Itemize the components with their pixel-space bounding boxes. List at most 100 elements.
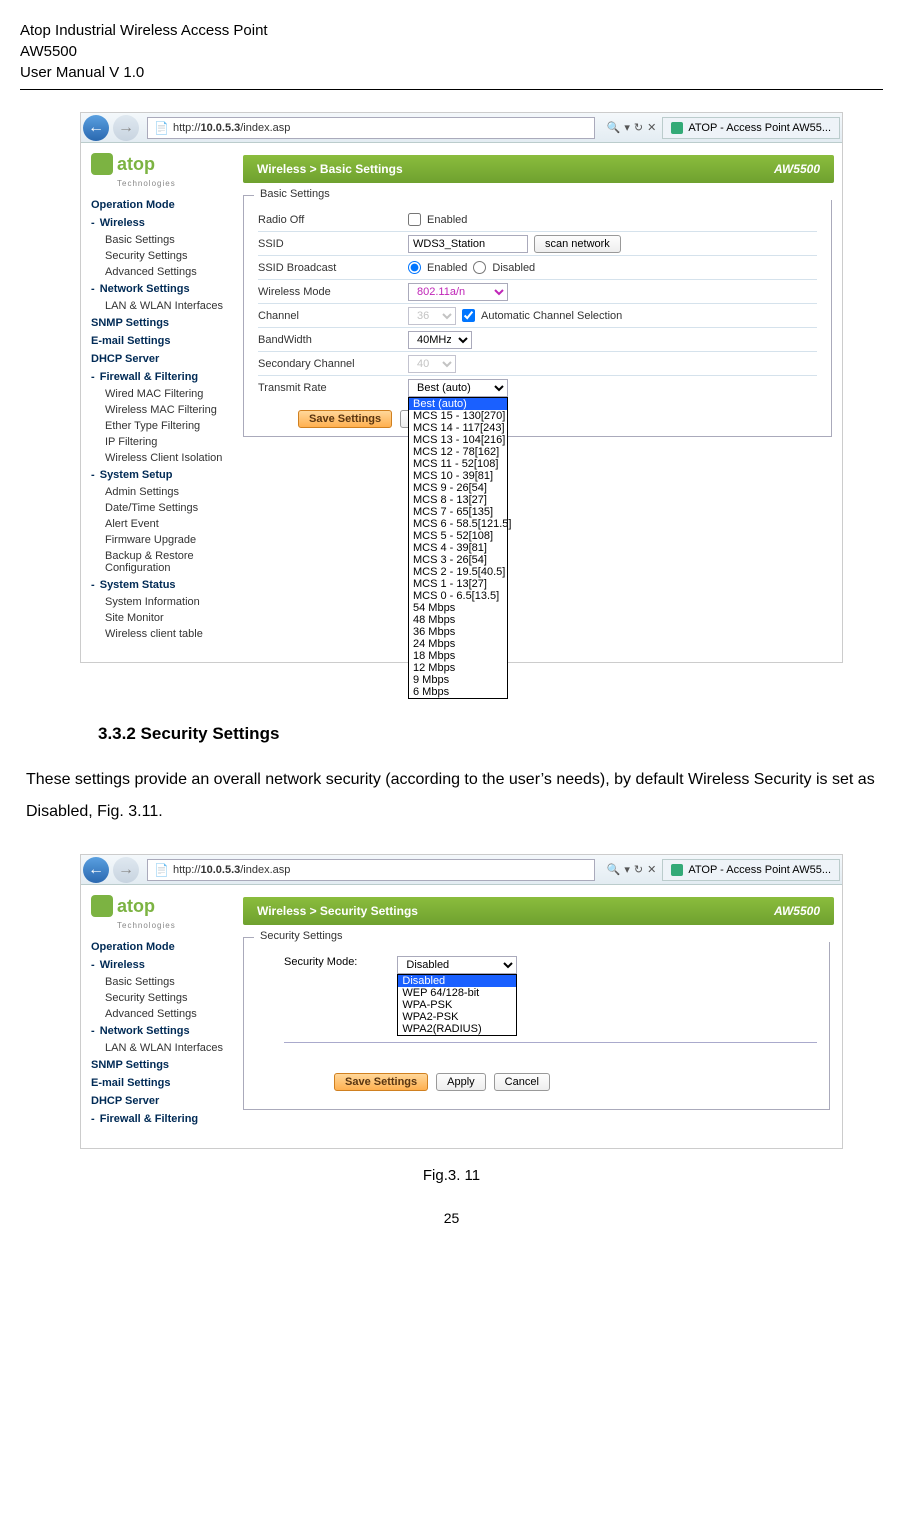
sidebar-item[interactable]: Operation Mode (91, 196, 235, 214)
sidebar-subitem[interactable]: Wireless Client Isolation (91, 450, 235, 466)
dropdown-option[interactable]: MCS 11 - 52[108] (409, 458, 507, 470)
section-heading: 3.3.2 Security Settings (98, 724, 883, 744)
sidebar-item[interactable]: DHCP Server (91, 350, 235, 368)
sidebar-item[interactable]: SNMP Settings (91, 1056, 235, 1074)
sidebar-subitem[interactable]: Ether Type Filtering (91, 418, 235, 434)
dropdown-option[interactable]: MCS 7 - 65[135] (409, 506, 507, 518)
stop-icon[interactable]: ✕ (647, 863, 656, 876)
forward-icon[interactable]: → (113, 115, 139, 141)
dropdown-option[interactable]: 18 Mbps (409, 650, 507, 662)
sidebar-subitem[interactable]: LAN & WLAN Interfaces (91, 298, 235, 314)
sidebar-subitem[interactable]: LAN & WLAN Interfaces (91, 1040, 235, 1056)
address-bar[interactable]: 📄 http://10.0.5.3/index.asp (147, 117, 595, 139)
dropdown-option[interactable]: MCS 0 - 6.5[13.5] (409, 590, 507, 602)
search-icon[interactable]: 🔍 (607, 863, 621, 876)
sidebar-subitem[interactable]: Date/Time Settings (91, 500, 235, 516)
sidebar-group[interactable]: - Firewall & Filtering (91, 1110, 235, 1128)
sidebar-subitem[interactable]: Wired MAC Filtering (91, 386, 235, 402)
sidebar-group[interactable]: - Network Settings (91, 280, 235, 298)
dropdown-option[interactable]: 54 Mbps (409, 602, 507, 614)
sidebar-subitem[interactable]: Admin Settings (91, 484, 235, 500)
sidebar-group[interactable]: - Network Settings (91, 1022, 235, 1040)
dropdown-option[interactable]: MCS 3 - 26[54] (409, 554, 507, 566)
dropdown-option[interactable]: MCS 12 - 78[162] (409, 446, 507, 458)
dropdown-icon[interactable]: ▾ (624, 121, 630, 134)
sidebar-subitem[interactable]: Advanced Settings (91, 264, 235, 280)
dropdown-option[interactable]: MCS 15 - 130[270] (409, 410, 507, 422)
dropdown-option[interactable]: MCS 1 - 13[27] (409, 578, 507, 590)
back-icon[interactable]: ← (83, 857, 109, 883)
refresh-icon[interactable]: ↻ (634, 863, 643, 876)
dropdown-option[interactable]: MCS 9 - 26[54] (409, 482, 507, 494)
ssid-broadcast-enabled-radio[interactable] (408, 261, 421, 274)
sidebar-item[interactable]: Operation Mode (91, 938, 235, 956)
dropdown-option[interactable]: MCS 10 - 39[81] (409, 470, 507, 482)
dropdown-option[interactable]: MCS 6 - 58.5[121.5] (409, 518, 507, 530)
sidebar-group[interactable]: - Wireless (91, 214, 235, 232)
wireless-mode-select[interactable]: 802.11a/n (408, 283, 508, 301)
apply-button[interactable]: Apply (436, 1073, 486, 1091)
radio-off-checkbox[interactable] (408, 213, 421, 226)
sidebar-subitem[interactable]: Basic Settings (91, 232, 235, 248)
refresh-icon[interactable]: ↻ (634, 121, 643, 134)
dropdown-option[interactable]: MCS 2 - 19.5[40.5] (409, 566, 507, 578)
dropdown-option[interactable]: MCS 14 - 117[243] (409, 422, 507, 434)
sidebar-subitem[interactable]: Security Settings (91, 990, 235, 1006)
dropdown-option[interactable]: MCS 13 - 104[216] (409, 434, 507, 446)
cancel-button[interactable]: Cancel (494, 1073, 550, 1091)
address-bar[interactable]: 📄 http://10.0.5.3/index.asp (147, 859, 595, 881)
sidebar-subitem[interactable]: IP Filtering (91, 434, 235, 450)
sidebar-group[interactable]: - System Setup (91, 466, 235, 484)
sidebar-subitem[interactable]: System Information (91, 594, 235, 610)
save-settings-button[interactable]: Save Settings (298, 410, 392, 428)
sidebar-subitem[interactable]: Alert Event (91, 516, 235, 532)
save-settings-button[interactable]: Save Settings (334, 1073, 428, 1091)
dropdown-option[interactable]: WPA2(RADIUS) (398, 1023, 516, 1035)
scan-network-button[interactable]: scan network (534, 235, 621, 253)
stop-icon[interactable]: ✕ (647, 121, 656, 134)
ssid-input[interactable] (408, 235, 528, 253)
auto-channel-checkbox[interactable] (462, 309, 475, 322)
sidebar-subitem[interactable]: Wireless MAC Filtering (91, 402, 235, 418)
security-mode-dropdown-list[interactable]: DisabledWEP 64/128-bitWPA-PSKWPA2-PSKWPA… (397, 974, 517, 1036)
sidebar-group[interactable]: - System Status (91, 576, 235, 594)
sidebar-item[interactable]: SNMP Settings (91, 314, 235, 332)
dropdown-option[interactable]: MCS 8 - 13[27] (409, 494, 507, 506)
sidebar-item[interactable]: E-mail Settings (91, 332, 235, 350)
sidebar-subitem[interactable]: Backup & Restore Configuration (91, 548, 235, 576)
dropdown-option[interactable]: 36 Mbps (409, 626, 507, 638)
dropdown-option[interactable]: 12 Mbps (409, 662, 507, 674)
transmit-rate-dropdown-list[interactable]: Best (auto)MCS 15 - 130[270]MCS 14 - 117… (408, 397, 508, 699)
dropdown-option[interactable]: 24 Mbps (409, 638, 507, 650)
dropdown-option[interactable]: WEP 64/128-bit (398, 987, 516, 999)
dropdown-option[interactable]: WPA-PSK (398, 999, 516, 1011)
sidebar-subitem[interactable]: Basic Settings (91, 974, 235, 990)
sidebar-item[interactable]: DHCP Server (91, 1092, 235, 1110)
dropdown-icon[interactable]: ▾ (624, 863, 630, 876)
dropdown-option[interactable]: Best (auto) (409, 398, 507, 410)
sidebar-subitem[interactable]: Security Settings (91, 248, 235, 264)
sidebar-subitem[interactable]: Site Monitor (91, 610, 235, 626)
ssid-broadcast-disabled-radio[interactable] (473, 261, 486, 274)
sidebar-group[interactable]: - Firewall & Filtering (91, 368, 235, 386)
dropdown-option[interactable]: MCS 4 - 39[81] (409, 542, 507, 554)
sidebar-group[interactable]: - Wireless (91, 956, 235, 974)
forward-icon[interactable]: → (113, 857, 139, 883)
browser-tab[interactable]: ATOP - Access Point AW55... (662, 859, 840, 881)
browser-tab[interactable]: ATOP - Access Point AW55... (662, 117, 840, 139)
dropdown-option[interactable]: 6 Mbps (409, 686, 507, 698)
dropdown-option[interactable]: Disabled (398, 975, 516, 987)
bandwidth-select[interactable]: 40MHz (408, 331, 472, 349)
search-icon[interactable]: 🔍 (607, 121, 621, 134)
sidebar-subitem[interactable]: Advanced Settings (91, 1006, 235, 1022)
sidebar-subitem[interactable]: Firmware Upgrade (91, 532, 235, 548)
sidebar-item[interactable]: E-mail Settings (91, 1074, 235, 1092)
security-mode-select[interactable]: Disabled (397, 956, 517, 974)
dropdown-option[interactable]: 9 Mbps (409, 674, 507, 686)
sidebar-subitem[interactable]: Wireless client table (91, 626, 235, 642)
back-icon[interactable]: ← (83, 115, 109, 141)
dropdown-option[interactable]: 48 Mbps (409, 614, 507, 626)
transmit-rate-select[interactable]: Best (auto) (408, 379, 508, 397)
dropdown-option[interactable]: MCS 5 - 52[108] (409, 530, 507, 542)
dropdown-option[interactable]: WPA2-PSK (398, 1011, 516, 1023)
